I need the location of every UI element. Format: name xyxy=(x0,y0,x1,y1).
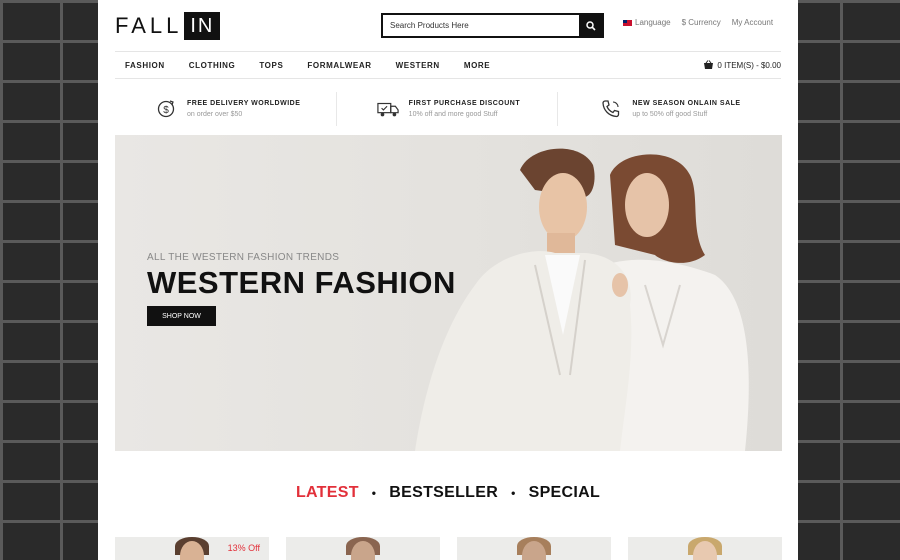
tab-special[interactable]: SPECIAL xyxy=(529,484,600,502)
feature-subtitle: 10% off and more good Stuff xyxy=(408,111,498,118)
tab-bestseller[interactable]: BESTSELLER xyxy=(389,484,498,502)
product-card[interactable] xyxy=(457,537,611,560)
product-grid: 13% Off xyxy=(115,537,782,560)
cart-icon xyxy=(704,60,714,69)
logo-text-part2: IN xyxy=(184,12,221,40)
account-link[interactable]: My Account xyxy=(732,18,773,27)
cart-button[interactable]: 0 ITEM(S) - $0.00 xyxy=(703,60,781,70)
page: FALL IN Language $ Currency My Account F… xyxy=(98,0,798,560)
feature-item: FIRST PURCHASE DISCOUNT 10% off and more… xyxy=(335,92,558,126)
currency-link[interactable]: $ Currency xyxy=(682,18,721,27)
phone-icon xyxy=(600,98,622,120)
feature-title: FREE DELIVERY WORLDWIDE xyxy=(187,100,301,107)
main-nav: FASHION CLOTHING TOPS FORMALWEAR WESTERN… xyxy=(115,51,781,79)
shop-now-button[interactable]: SHOP NOW xyxy=(147,306,216,326)
language-label: Language xyxy=(635,18,671,27)
site-logo[interactable]: FALL IN xyxy=(115,12,221,40)
feature-strip: $ FREE DELIVERY WORLDWIDE on order over … xyxy=(115,92,781,126)
nav-item-western[interactable]: WESTERN xyxy=(396,61,440,70)
nav-item-tops[interactable]: TOPS xyxy=(259,61,283,70)
sale-badge: 13% Off xyxy=(227,543,260,553)
product-card[interactable] xyxy=(286,537,440,560)
top-links: Language $ Currency My Account xyxy=(623,18,773,27)
nav-item-more[interactable]: MORE xyxy=(464,61,490,70)
product-card[interactable]: 13% Off xyxy=(115,537,269,560)
feature-item: NEW SEASON ONLAIN SALE up to 50% off goo… xyxy=(557,92,781,126)
truck-icon xyxy=(376,98,399,120)
feature-title: FIRST PURCHASE DISCOUNT xyxy=(408,100,521,107)
search-input[interactable] xyxy=(383,15,579,36)
feature-item: $ FREE DELIVERY WORLDWIDE on order over … xyxy=(115,92,336,126)
flag-icon xyxy=(623,19,632,26)
tab-latest[interactable]: LATEST xyxy=(296,484,359,502)
nav-item-clothing[interactable]: CLOTHING xyxy=(189,61,236,70)
banner-subtitle: ALL THE WESTERN FASHION TRENDS xyxy=(147,252,340,263)
product-card[interactable] xyxy=(628,537,782,560)
search-bar xyxy=(381,13,604,38)
nav-item-formalwear[interactable]: FORMALWEAR xyxy=(307,61,371,70)
search-button[interactable] xyxy=(579,15,602,36)
tab-separator: • xyxy=(511,486,516,500)
hero-banner[interactable]: ALL THE WESTERN FASHION TRENDS WESTERN F… xyxy=(115,135,782,451)
svg-text:$: $ xyxy=(163,105,169,116)
feature-title: NEW SEASON ONLAIN SALE xyxy=(632,100,741,107)
banner-title: WESTERN FASHION xyxy=(147,265,456,300)
nav-item-fashion[interactable]: FASHION xyxy=(125,61,165,70)
dollar-icon: $ xyxy=(155,98,177,120)
feature-subtitle: up to 50% off good Stuff xyxy=(632,111,708,118)
tab-separator: • xyxy=(371,486,377,500)
logo-text-part1: FALL xyxy=(115,13,183,38)
feature-subtitle: on order over $50 xyxy=(187,111,243,118)
cart-label: 0 ITEM(S) - $0.00 xyxy=(717,60,781,70)
search-icon xyxy=(585,20,596,31)
language-link[interactable]: Language xyxy=(623,18,671,27)
product-tabs: LATEST • BESTSELLER • SPECIAL xyxy=(98,484,798,502)
